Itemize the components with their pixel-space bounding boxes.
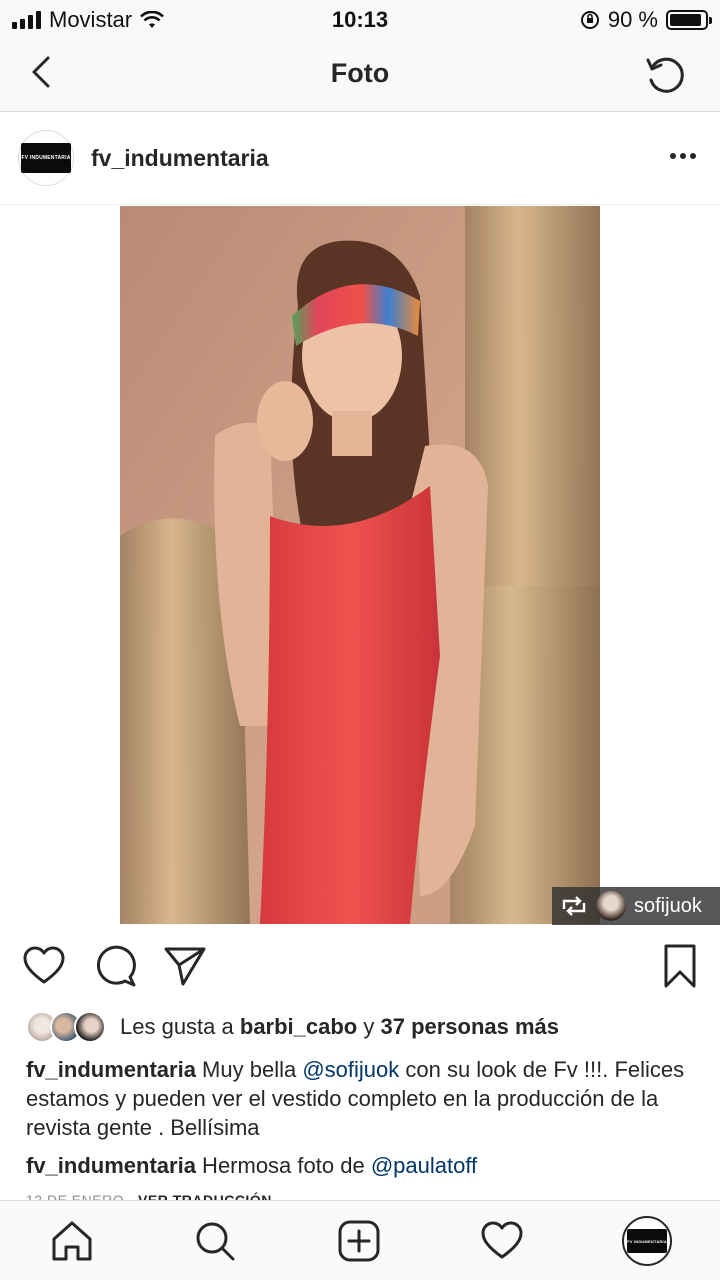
battery-icon (666, 10, 712, 30)
likes-others[interactable]: 37 personas más (380, 1014, 559, 1039)
caption-text: Muy bella (195, 1057, 303, 1082)
likes-row[interactable]: Les gusta a barbi_cabo y 37 personas más (26, 1010, 559, 1044)
tab-bar: FV INDUMENTARIA (0, 1200, 720, 1280)
likes-text: Les gusta a barbi_cabo y 37 personas más (120, 1014, 559, 1040)
caption-mention[interactable]: @paulatoff (371, 1153, 477, 1178)
refresh-icon[interactable] (642, 50, 690, 98)
caption: fv_indumentaria Hermosa foto de @paulato… (26, 1151, 696, 1180)
battery-fill (670, 14, 701, 26)
likes-first-user[interactable]: barbi_cabo (240, 1014, 357, 1039)
caption-username[interactable]: fv_indumentaria (26, 1153, 196, 1178)
post-photo[interactable] (120, 206, 600, 924)
profile-avatar[interactable]: FV INDUMENTARIA (622, 1216, 672, 1266)
avatar-logo-text: FV INDUMENTARIA (21, 155, 71, 161)
heart-icon[interactable] (480, 1219, 524, 1263)
avatar-logo: FV INDUMENTARIA (627, 1229, 667, 1253)
add-icon[interactable] (337, 1219, 381, 1263)
photo-illustration (120, 206, 600, 924)
battery-percent: 90 % (607, 7, 658, 32)
likes-prefix: Les gusta a (120, 1014, 240, 1039)
repost-avatar (596, 891, 626, 921)
orientation-lock-icon (580, 11, 599, 29)
caption-username[interactable]: fv_indumentaria (26, 1057, 196, 1082)
status-bar: Movistar 10:13 90 % (0, 0, 720, 38)
avatar-logo: FV INDUMENTARIA (21, 143, 71, 173)
search-icon[interactable] (193, 1219, 237, 1263)
comment-icon[interactable] (93, 944, 137, 988)
post-header: FV INDUMENTARIA fv_indumentaria (0, 113, 720, 205)
more-options-icon[interactable] (670, 153, 696, 159)
heart-icon[interactable] (22, 944, 66, 988)
repost-badge[interactable]: sofijuok (552, 887, 720, 925)
share-icon[interactable] (163, 944, 207, 988)
caption: fv_indumentaria Muy bella @sofijuok con … (26, 1055, 696, 1142)
avatar-logo-text: FV INDUMENTARIA (627, 1238, 667, 1244)
likes-connector: y (357, 1014, 381, 1039)
post-username[interactable]: fv_indumentaria (91, 145, 269, 172)
avatar[interactable]: FV INDUMENTARIA (18, 130, 74, 186)
bookmark-icon[interactable] (658, 944, 702, 988)
repost-username: sofijuok (634, 894, 702, 917)
caption-mention[interactable]: @sofijuok (302, 1057, 399, 1082)
page-title: Foto (330, 58, 390, 88)
avatar (74, 1011, 106, 1043)
navigation-bar: Foto (0, 38, 720, 112)
liker-avatars (26, 1011, 106, 1043)
action-bar (0, 944, 720, 992)
status-right: 90 % (580, 7, 712, 33)
home-icon[interactable] (50, 1219, 94, 1263)
caption-text: Hermosa foto de (195, 1153, 371, 1178)
repost-icon (562, 896, 586, 916)
